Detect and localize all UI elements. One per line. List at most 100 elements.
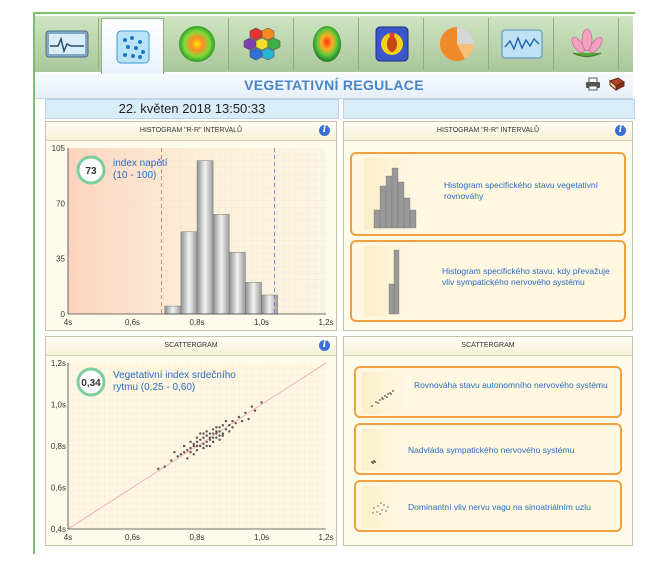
green-circle-icon: [179, 26, 215, 62]
ecg-monitor-button[interactable]: [36, 18, 99, 70]
scatter-dots-icon: [116, 30, 149, 63]
reference-card-vagus[interactable]: Dominantní vliv nervu vagu na sinoatriál…: [354, 480, 622, 532]
scatter-point: [182, 444, 186, 448]
hexagon-cluster-button[interactable]: [231, 18, 294, 70]
reference-card-balance[interactable]: Histogram specifického stavu vegetativní…: [350, 152, 626, 236]
scatter-point: [192, 444, 195, 448]
scatter-point: [170, 459, 173, 462]
scatter-point: [186, 457, 189, 460]
chakra-body-button[interactable]: [361, 18, 424, 70]
y-tick-label: 0: [61, 310, 66, 319]
scattergram-panel: SCATTERGRAM i 4s 0,6s 0,8s 1,0s 1,2s 0,4s 0,6s…: [45, 336, 337, 546]
panel-title: SCATTERGRAM: [461, 342, 515, 349]
scatter-point: [192, 453, 195, 456]
histogram-bar: [212, 214, 230, 315]
card-description: Nadvláda sympatického nervového systému: [408, 445, 575, 455]
waveform-button[interactable]: [491, 18, 554, 70]
scatter-point: [195, 444, 199, 448]
lotus-icon: [571, 28, 603, 57]
scatter-point: [215, 426, 218, 429]
y-tick-label: 1,0s: [51, 401, 66, 410]
y-tick-label: 70: [56, 199, 65, 208]
page-title: VEGETATIVNÍ REGULACE: [244, 77, 424, 93]
pie-chart-button[interactable]: [426, 18, 489, 70]
histogram-bar: [229, 252, 246, 315]
index-label: index napětí: [113, 158, 168, 169]
scatter-point: [199, 438, 202, 441]
index-label: Vegetativní index srdečního: [113, 370, 236, 381]
scatter-point: [221, 432, 224, 435]
card-description: Dominantní vliv nervu vagu na sinoatriál…: [408, 502, 591, 512]
scatter-point: [189, 446, 192, 450]
info-icon[interactable]: i: [615, 125, 626, 136]
histogram-bar: [245, 282, 262, 315]
scatter-point: [199, 444, 202, 448]
scatter-point: [192, 442, 195, 446]
scatter-point: [202, 442, 205, 446]
x-tick-label: 1,0s: [254, 318, 269, 327]
title-bar: VEGETATIVNÍ REGULACE: [35, 74, 633, 99]
scatter-point: [205, 434, 208, 437]
scatter-point: [218, 434, 221, 437]
x-tick-label: 0,8s: [189, 318, 204, 327]
reference-card-sympathetic[interactable]: Nadvláda sympatického nervového systému: [354, 423, 622, 475]
histogram-bar: [180, 231, 198, 315]
index-range: (10 - 100): [113, 170, 156, 181]
scatter-point: [208, 436, 212, 439]
index-value: 73: [85, 166, 97, 177]
scatter-point: [253, 409, 257, 412]
scatter-point: [182, 451, 186, 454]
heatmap-head-icon: [313, 26, 341, 62]
scatter-point: [211, 428, 215, 431]
heatmap-head-button[interactable]: [296, 18, 359, 70]
scatter-point: [234, 421, 237, 425]
scatter-point: [205, 430, 208, 433]
index-range: rytmu (0,25 - 0,60): [113, 382, 195, 393]
scatter-point: [189, 451, 192, 454]
histogram-thumbnail: [364, 158, 424, 230]
green-circle-button[interactable]: [166, 18, 229, 70]
info-icon[interactable]: i: [319, 340, 330, 351]
histogram-panel: HISTOGRAM "R-R" INTERVALŮ i 4s 0,6s 0,8s 1,0…: [45, 121, 337, 331]
scatter-point: [247, 417, 250, 421]
scatter-point: [218, 430, 221, 433]
panel-title: SCATTERGRAM: [164, 342, 218, 349]
pie-chart-icon: [440, 27, 474, 61]
scatter-point: [240, 419, 244, 423]
histogram-chart: 4s 0,6s 0,8s 1,0s 1,2s 0 35 70 105 73 index nap…: [52, 144, 334, 327]
y-tick-label: 0,4s: [51, 525, 66, 534]
book-icon[interactable]: [609, 77, 625, 91]
scatter-point: [202, 436, 205, 439]
scatter-point: [211, 440, 215, 444]
reference-card-sympathetic[interactable]: Histogram specifického stavu, kdy převaž…: [350, 240, 626, 322]
info-icon[interactable]: i: [319, 125, 330, 136]
x-tick-label: 0,6s: [125, 533, 140, 542]
lotus-button[interactable]: [556, 18, 619, 70]
x-tick-label: 0,6s: [125, 318, 140, 327]
card-description: Histogram specifického stavu, kdy převaž…: [442, 266, 610, 287]
scatter-chart: 4s 0,6s 0,8s 1,0s 1,2s 0,4s0,6s0,8s1,0s1,2s …: [51, 359, 334, 542]
scatter-point: [202, 446, 205, 450]
histogram-bar: [261, 294, 278, 315]
scatter-point: [157, 467, 160, 471]
scatter-thumbnail: [362, 429, 404, 471]
scatter-point: [208, 438, 212, 441]
reference-card-balance[interactable]: Rovnováha stavu autonomního nervového sy…: [354, 366, 622, 418]
histogram-bar: [196, 160, 214, 315]
chakra-body-icon: [375, 26, 409, 62]
scatter-point: [195, 448, 199, 452]
scatter-point: [202, 432, 205, 435]
histogram-bar: [164, 305, 182, 315]
scatter-point: [215, 432, 218, 435]
scatter-point: [218, 438, 221, 441]
scatter-point: [224, 428, 228, 431]
printer-icon[interactable]: [585, 77, 601, 91]
scatter-point: [205, 444, 208, 448]
histogram-reference-panel: HISTOGRAM "R-R" INTERVALŮ i Histogram spe…: [343, 121, 633, 331]
scatter-point: [231, 419, 234, 423]
scatter-dots-button[interactable]: [101, 18, 164, 74]
date-bar-left: 22. květen 2018 13:50:33: [45, 99, 339, 119]
x-tick-label: 1,0s: [254, 533, 269, 542]
scatter-point: [244, 411, 247, 414]
scatter-point: [195, 440, 199, 444]
